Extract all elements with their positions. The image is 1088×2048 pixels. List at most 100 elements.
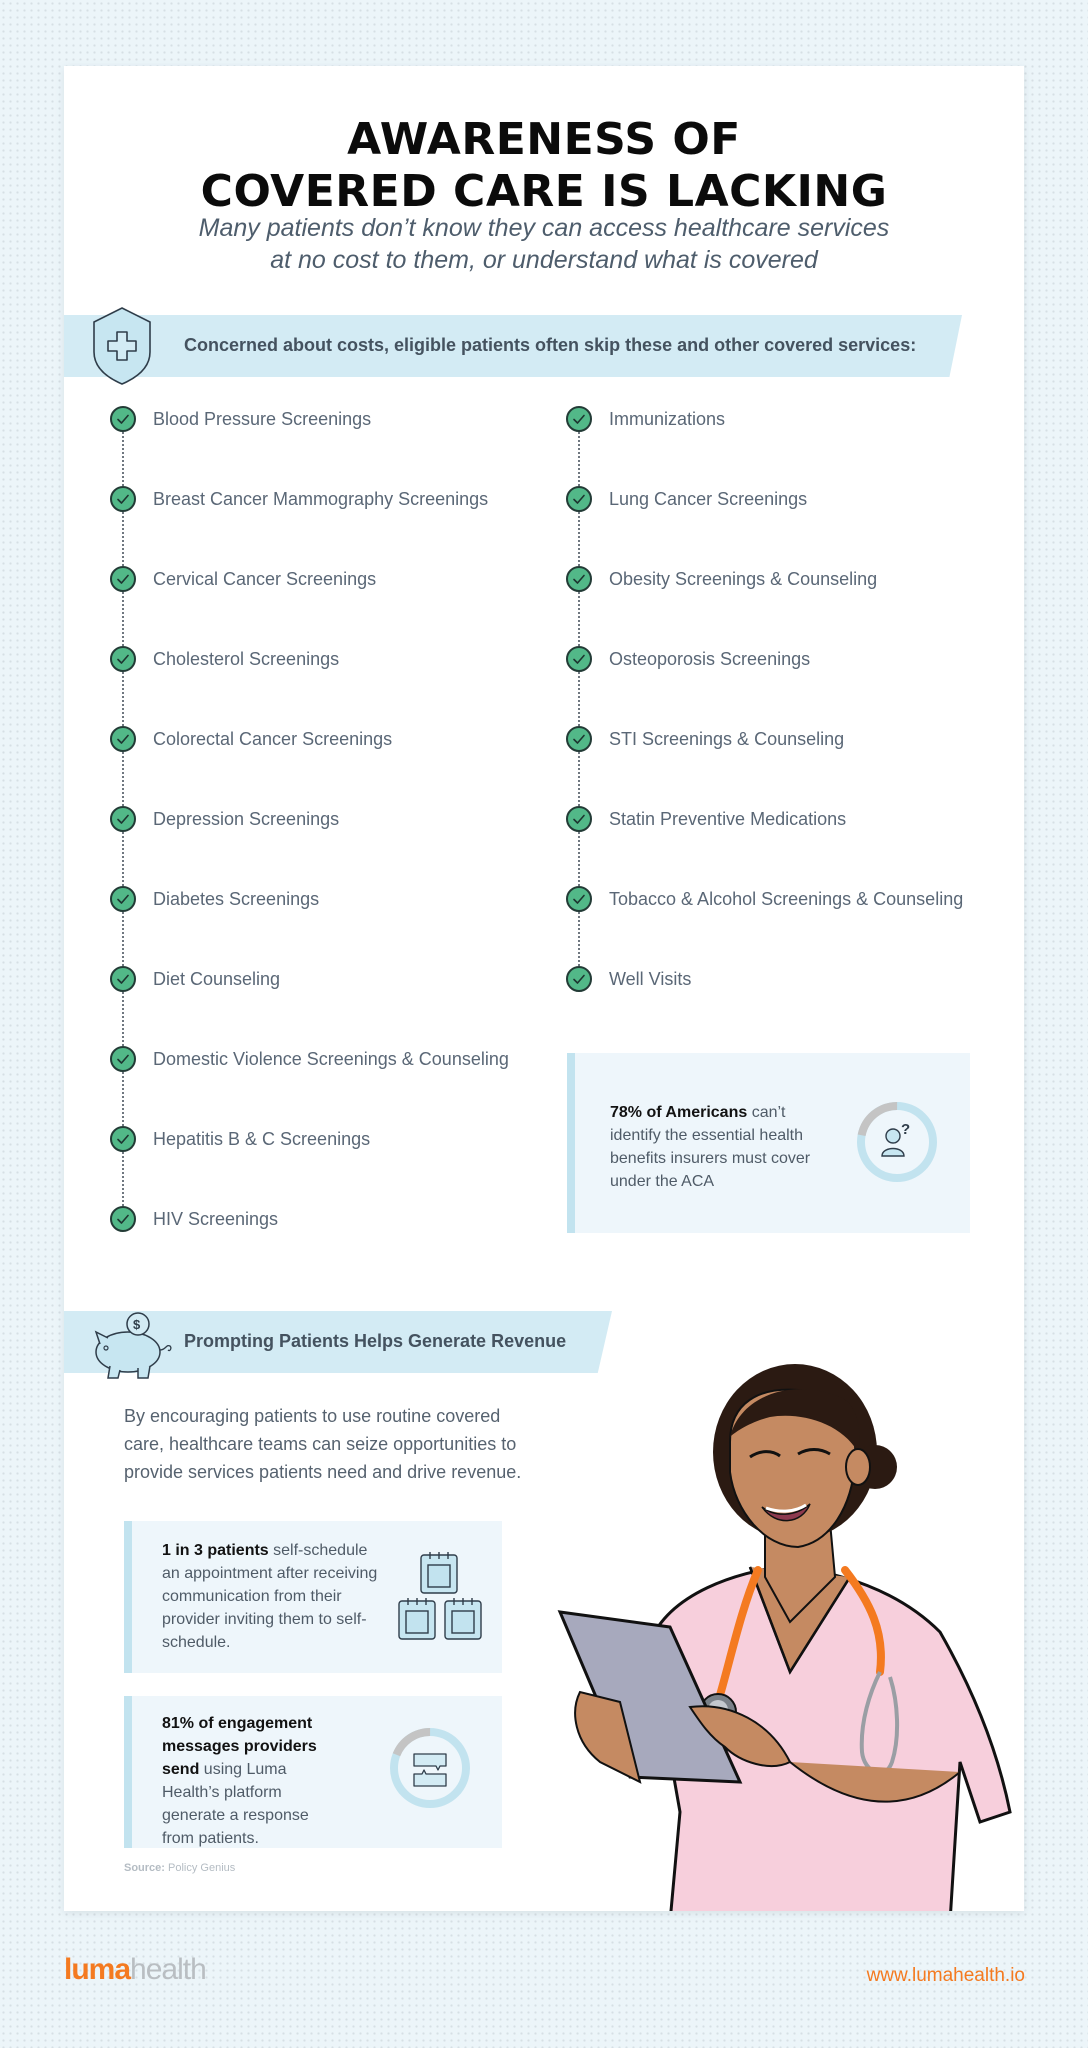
- source-label: Source:: [124, 1862, 165, 1874]
- stat-highlight: 1 in 3 patients: [162, 1542, 269, 1559]
- check-circle-icon: [110, 566, 136, 592]
- check-circle-icon: [110, 1206, 136, 1232]
- service-item: HIV Screenings: [110, 1206, 509, 1286]
- service-item-label: Domestic Violence Screenings & Counselin…: [153, 1049, 509, 1069]
- service-item: Tobacco & Alcohol Screenings & Counselin…: [566, 886, 963, 966]
- check-circle-icon: [566, 646, 592, 672]
- stat-text: 1 in 3 patients self-schedule an appoint…: [162, 1539, 382, 1654]
- services-banner-text: Concerned about costs, eligible patients…: [184, 335, 917, 355]
- service-item: Diet Counseling: [110, 966, 509, 1046]
- logo-luma: luma: [64, 1953, 131, 1986]
- services-list-right: Immunizations Lung Cancer Screenings Obesi…: [566, 406, 963, 1046]
- service-item-label: Lung Cancer Screenings: [609, 489, 808, 509]
- subtitle-line-2: at no cost to them, or understand what i…: [270, 246, 818, 274]
- check-circle-icon: [110, 886, 136, 912]
- service-item-label: Depression Screenings: [153, 809, 340, 829]
- check-circle-icon: [566, 486, 592, 512]
- dotted-connector: [122, 752, 124, 806]
- service-item-label: Diabetes Screenings: [153, 889, 320, 909]
- check-circle-icon: [110, 406, 136, 432]
- ring-remainder: [390, 1728, 470, 1808]
- dotted-connector: [122, 912, 124, 966]
- service-item-label: Well Visits: [609, 969, 692, 989]
- service-item-label: Hepatitis B & C Screenings: [153, 1129, 371, 1149]
- dotted-connector: [578, 592, 580, 646]
- service-item-label: Immunizations: [609, 409, 726, 429]
- service-item-label: Osteoporosis Screenings: [609, 649, 811, 669]
- dotted-connector: [578, 832, 580, 886]
- service-item: Cholesterol Screenings: [110, 646, 509, 726]
- check-circle-icon: [110, 966, 136, 992]
- service-item-label: Breast Cancer Mammography Screenings: [153, 489, 489, 509]
- dotted-connector: [578, 512, 580, 566]
- chat-bubbles-icon: [390, 1728, 470, 1808]
- page-subtitle: Many patients don’t know they can access…: [64, 212, 1024, 276]
- service-item-label: Blood Pressure Screenings: [153, 409, 372, 429]
- check-circle-icon: [566, 726, 592, 752]
- service-item-label: Tobacco & Alcohol Screenings & Counselin…: [609, 889, 964, 909]
- logo-health: health: [130, 1953, 207, 1986]
- revenue-body-text: By encouraging patients to use routine c…: [124, 1406, 522, 1482]
- dotted-connector: [122, 1072, 124, 1126]
- check-circle-icon: [566, 566, 592, 592]
- dotted-connector: [122, 1152, 124, 1206]
- shield-plus-icon: [93, 307, 151, 385]
- person-question-icon: ?: [857, 1102, 937, 1182]
- service-item: Breast Cancer Mammography Screenings: [110, 486, 509, 566]
- check-circle-icon: [110, 806, 136, 832]
- check-circle-icon: [110, 1126, 136, 1152]
- calendars-icon: [398, 1552, 482, 1640]
- service-item: Lung Cancer Screenings: [566, 486, 963, 566]
- dotted-connector: [578, 912, 580, 966]
- dotted-connector: [122, 592, 124, 646]
- check-circle-icon: [110, 646, 136, 672]
- check-circle-icon: [566, 966, 592, 992]
- service-item: Well Visits: [566, 966, 963, 1046]
- service-item-label: Cervical Cancer Screenings: [153, 569, 377, 589]
- dotted-connector: [122, 432, 124, 486]
- piggy-bank-icon: $: [94, 1312, 172, 1379]
- page-title: AWARENESS OF COVERED CARE IS LACKING: [64, 114, 1024, 218]
- service-item: Diabetes Screenings: [110, 886, 509, 966]
- nurse-illustration: [557, 1364, 1012, 1911]
- service-item: Statin Preventive Medications: [566, 806, 963, 886]
- check-circle-icon: [566, 886, 592, 912]
- svg-text:$: $: [133, 1317, 141, 1332]
- check-circle-icon: [566, 806, 592, 832]
- stat-card-self-schedule: 1 in 3 patients self-schedule an appoint…: [124, 1521, 502, 1673]
- title-line-1: AWARENESS OF: [347, 114, 741, 165]
- service-item: Domestic Violence Screenings & Counselin…: [110, 1046, 509, 1126]
- service-item-label: HIV Screenings: [153, 1209, 279, 1229]
- service-item: STI Screenings & Counseling: [566, 726, 963, 806]
- stat-text: 81% of engagement messages providers sen…: [162, 1712, 342, 1850]
- check-circle-icon: [566, 406, 592, 432]
- service-item: Cervical Cancer Screenings: [110, 566, 509, 646]
- revenue-banner-text: Prompting Patients Helps Generate Revenu…: [184, 1331, 567, 1351]
- service-item: Obesity Screenings & Counseling: [566, 566, 963, 646]
- website-link[interactable]: www.lumahealth.io: [867, 1965, 1025, 1987]
- dotted-connector: [122, 512, 124, 566]
- dotted-connector: [578, 752, 580, 806]
- luma-health-logo[interactable]: lumahealth: [64, 1953, 207, 1987]
- check-circle-icon: [110, 1046, 136, 1072]
- services-list-left: Blood Pressure Screenings Breast Cancer M…: [110, 406, 509, 1286]
- dotted-connector: [122, 832, 124, 886]
- source-value: Policy Genius: [164, 1862, 236, 1874]
- infographic-card: AWARENESS OF COVERED CARE IS LACKING Man…: [64, 66, 1024, 1911]
- dotted-connector: [578, 432, 580, 486]
- service-item: Hepatitis B & C Screenings: [110, 1126, 509, 1206]
- stat-highlight: 78% of Americans: [610, 1104, 748, 1121]
- subtitle-line-1: Many patients don’t know they can access…: [198, 214, 890, 242]
- service-item-label: Cholesterol Screenings: [153, 649, 340, 669]
- service-item: Depression Screenings: [110, 806, 509, 886]
- service-item-label: Diet Counseling: [153, 969, 281, 989]
- service-item: Blood Pressure Screenings: [110, 406, 509, 486]
- dotted-connector: [578, 672, 580, 726]
- service-item: Osteoporosis Screenings: [566, 646, 963, 726]
- services-banner: Concerned about costs, eligible patients…: [64, 315, 962, 377]
- check-circle-icon: [110, 486, 136, 512]
- stat-card-engagement: 81% of engagement messages providers sen…: [124, 1696, 502, 1848]
- service-item-label: Obesity Screenings & Counseling: [609, 569, 878, 589]
- check-circle-icon: [110, 726, 136, 752]
- dotted-connector: [122, 672, 124, 726]
